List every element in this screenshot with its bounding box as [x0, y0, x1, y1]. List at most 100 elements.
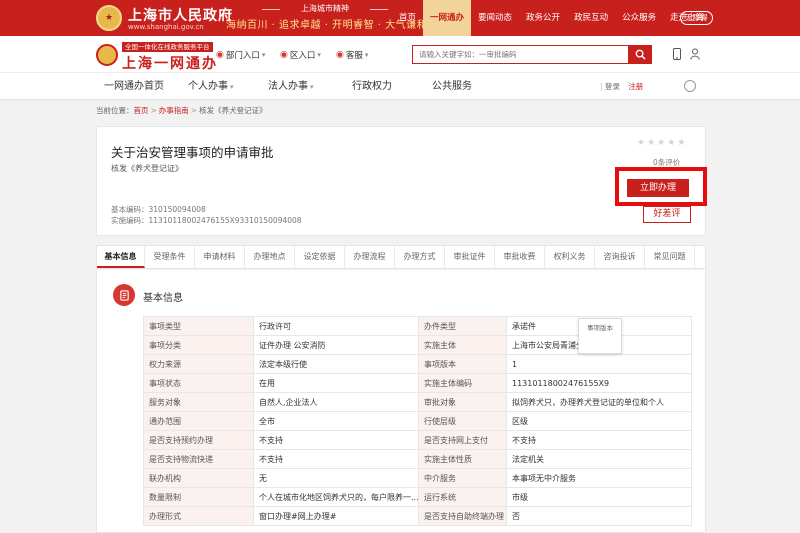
info-key: 实施主体编码 — [418, 373, 507, 393]
info-key: 办件类型 — [418, 316, 507, 336]
tab-materials[interactable]: 申请材料 — [195, 246, 245, 268]
tab-process[interactable]: 办理流程 — [345, 246, 395, 268]
info-key: 是否支持网上支付 — [418, 430, 507, 450]
info-value: 法定本级行使 — [253, 354, 419, 374]
basic-info-section: 基本信息 事项类型 行政许可 办件类型 承诺件 事项分类 证件办理 公安消防 实施主体 上海市… — [96, 270, 706, 533]
barrier-free-button[interactable]: 无障碍 — [680, 11, 713, 25]
chevron-down-icon: ▾ — [317, 51, 321, 59]
search-input[interactable] — [412, 45, 628, 64]
basic-code: 基本编码：310150094008 — [111, 205, 206, 214]
top-nav-news[interactable]: 要闻动态 — [471, 0, 519, 36]
person-icon[interactable] — [690, 48, 700, 60]
info-key: 实施主体 — [418, 335, 507, 355]
table-row: 通办范围 全市 行使层级 区级 — [143, 411, 692, 431]
item-title: 关于治安管理事项的申请审批 — [111, 145, 274, 160]
star-icon[interactable]: ★ — [637, 138, 645, 148]
top-nav: 首页 一网通办 要闻动态 政务公开 政民互动 公众服务 走进上海 — [392, 0, 711, 36]
login-link[interactable]: 登录 — [605, 82, 620, 91]
breadcrumb-guide[interactable]: 办事指南 — [159, 106, 189, 115]
main-nav: 一网通办首页 个人办事 ▾ 法人办事 ▾ 行政权力 公共服务 | 登录 注册 — [0, 72, 800, 100]
main-nav-admin-power[interactable]: 行政权力 — [352, 73, 392, 100]
table-row: 权力来源 法定本级行使 事项版本 1 — [143, 354, 692, 374]
breadcrumb-current: 核发《养犬登记证》 — [199, 106, 267, 115]
platform-brand[interactable]: 上海一网通办 — [122, 53, 218, 73]
review-button[interactable]: 好差评 — [643, 206, 691, 223]
government-emblem-icon[interactable]: ★ — [96, 5, 122, 31]
info-value: 不支持 — [253, 449, 419, 469]
tab-method[interactable]: 办理方式 — [395, 246, 445, 268]
tab-certificate[interactable]: 审批证件 — [445, 246, 495, 268]
info-value: 无 — [253, 468, 419, 488]
department-entry[interactable]: ◉ 部门入口 ▾ — [216, 49, 265, 61]
apply-now-button[interactable]: 立即办理 — [627, 179, 689, 197]
tab-location[interactable]: 办理地点 — [245, 246, 295, 268]
tab-legal-basis[interactable]: 设定依据 — [295, 246, 345, 268]
site-domain: www.shanghai.gov.cn — [128, 23, 204, 31]
info-key: 办理形式 — [143, 506, 254, 526]
tab-acceptance-conditions[interactable]: 受理条件 — [145, 246, 195, 268]
info-key: 服务对象 — [143, 392, 254, 412]
yiwangtongban-logo-icon[interactable] — [96, 44, 118, 66]
customer-service-entry[interactable]: ◉ 客服 ▾ — [336, 49, 368, 61]
info-key: 是否支持预约办理 — [143, 430, 254, 450]
location-pin-icon: ◉ — [216, 50, 224, 60]
info-key: 实施主体性质 — [418, 449, 507, 469]
search-icon — [635, 49, 646, 60]
info-key: 联办机构 — [143, 468, 254, 488]
star-icon[interactable]: ★ — [647, 138, 655, 148]
info-value: 市级 — [506, 487, 692, 507]
rating-stars[interactable]: ★ ★ ★ ★ ★ — [637, 138, 685, 148]
info-value: 法定机关 — [506, 449, 692, 469]
tab-fees[interactable]: 审批收费 — [495, 246, 545, 268]
search-button[interactable] — [628, 45, 652, 64]
breadcrumb-label: 当前位置： — [96, 106, 134, 115]
info-key: 事项类型 — [143, 316, 254, 336]
top-nav-gov-disclosure[interactable]: 政务公开 — [519, 0, 567, 36]
star-icon[interactable]: ★ — [677, 138, 685, 148]
table-row: 是否支持物流快递 不支持 实施主体性质 法定机关 — [143, 449, 692, 469]
info-key: 事项分类 — [143, 335, 254, 355]
item-card: 关于治安管理事项的申请审批 核发《养犬登记证》 基本编码：31015009400… — [96, 126, 707, 236]
top-nav-interaction[interactable]: 政民互动 — [567, 0, 615, 36]
info-value: 不支持 — [506, 430, 692, 450]
main-nav-public-service[interactable]: 公共服务 — [432, 73, 472, 100]
service-header: 全国一体化在线政务服务平台 上海一网通办 ◉ 部门入口 ▾ ◉ 区入口 ▾ ◉ … — [0, 36, 800, 72]
info-key: 运行系统 — [418, 487, 507, 507]
tab-rights[interactable]: 权利义务 — [545, 246, 595, 268]
district-entry[interactable]: ◉ 区入口 ▾ — [280, 49, 321, 61]
top-nav-home[interactable]: 首页 — [392, 0, 423, 36]
info-key: 事项版本 — [418, 354, 507, 374]
location-pin-icon: ◉ — [336, 50, 344, 60]
info-key: 通办范围 — [143, 411, 254, 431]
info-value: 本事项无中介服务 — [506, 468, 692, 488]
breadcrumb: 当前位置：首页 > 办事指南 > 核发《养犬登记证》 — [96, 105, 267, 116]
table-row: 服务对象 自然人,企业法人 审批对象 拟饲养犬只，办理养犬登记证的单位和个人 — [143, 392, 692, 412]
implementation-code: 实施编码：11310118002476155X93310150094008 — [111, 216, 302, 225]
mini-search-icon[interactable] — [684, 80, 696, 92]
tab-basic-info[interactable]: 基本信息 — [97, 246, 145, 268]
top-nav-yiwangtongban[interactable]: 一网通办 — [423, 0, 472, 36]
section-title: 基本信息 — [143, 293, 183, 304]
info-value: 在用 — [253, 373, 419, 393]
mobile-phone-icon[interactable] — [672, 48, 682, 60]
register-link[interactable]: 注册 — [628, 82, 643, 91]
district-entry-label: 区入口 — [289, 51, 316, 61]
auth-links: | 登录 注册 — [600, 81, 643, 92]
info-value: 自然人,企业法人 — [253, 392, 419, 412]
customer-service-label: 客服 — [345, 51, 363, 61]
main-nav-corporate[interactable]: 法人办事 ▾ — [268, 73, 314, 100]
info-tabs: 基本信息 受理条件 申请材料 办理地点 设定依据 办理流程 办理方式 审批证件 … — [96, 245, 706, 269]
star-icon[interactable]: ★ — [657, 138, 665, 148]
tab-consult[interactable]: 咨询投诉 — [595, 246, 645, 268]
table-row: 数量限制 个人在城市化地区饲养犬只的，每户限养一... 运行系统 市级 — [143, 487, 692, 507]
main-nav-home[interactable]: 一网通办首页 — [104, 73, 164, 100]
main-nav-personal[interactable]: 个人办事 ▾ — [188, 73, 234, 100]
info-value: 证件办理 公安消防 — [253, 335, 419, 355]
top-nav-public-service[interactable]: 公众服务 — [615, 0, 663, 36]
star-icon[interactable]: ★ — [667, 138, 675, 148]
breadcrumb-home[interactable]: 首页 — [134, 106, 149, 115]
site-name[interactable]: 上海市人民政府 — [128, 5, 233, 25]
info-value: 个人在城市化地区饲养犬只的，每户限养一... — [253, 487, 419, 507]
tab-faq[interactable]: 常见问题 — [645, 246, 695, 268]
chevron-down-icon: ▾ — [364, 51, 369, 59]
